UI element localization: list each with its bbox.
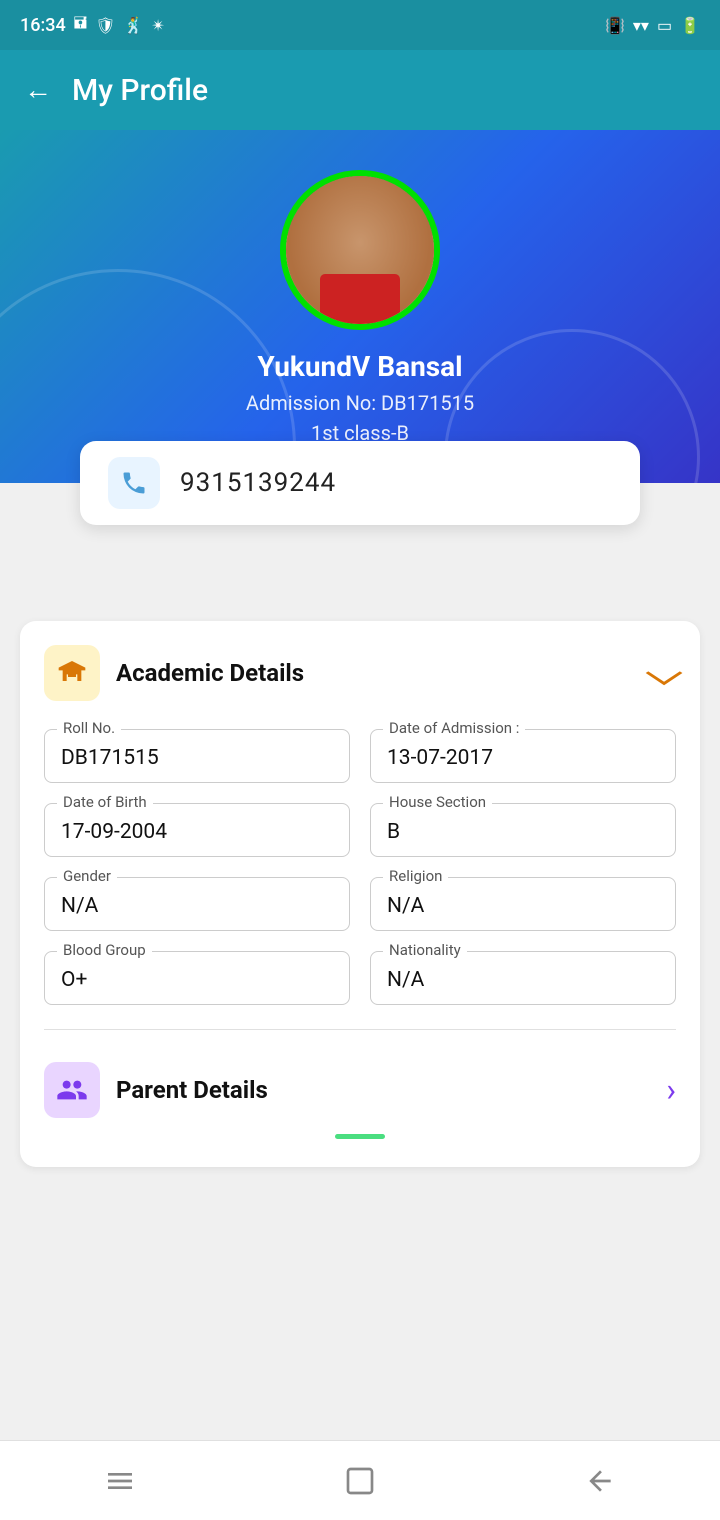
date-of-admission-value: 13-07-2017 <box>387 746 659 770</box>
home-button[interactable] <box>330 1451 390 1511</box>
status-left: 16:34 🖬 🛡 🕺 ✴ <box>20 12 165 39</box>
house-section-label: House Section <box>383 793 492 811</box>
nationality-label: Nationality <box>383 941 467 959</box>
house-section-field: House Section B <box>370 803 676 857</box>
menu-icon <box>104 1465 136 1497</box>
wifi-icon: ▾▾ <box>633 16 649 35</box>
date-of-admission-field: Date of Admission : 13-07-2017 <box>370 729 676 783</box>
parent-row-left: Parent Details <box>44 1062 268 1118</box>
academic-section-title: Academic Details <box>116 659 304 687</box>
roll-no-field: Roll No. DB171515 <box>44 729 350 783</box>
school-icon <box>56 657 88 689</box>
shield-icon: 🛡 <box>95 16 115 35</box>
religion-field: Religion N/A <box>370 877 676 931</box>
back-nav-button[interactable] <box>570 1451 630 1511</box>
date-of-birth-label: Date of Birth <box>57 793 153 811</box>
parent-section-title: Parent Details <box>116 1076 268 1104</box>
academic-chevron-icon[interactable]: ⌵ <box>646 654 682 693</box>
top-nav: ← My Profile <box>0 50 720 130</box>
phone-card: 9315139244 <box>80 441 640 525</box>
menu-button[interactable] <box>90 1451 150 1511</box>
page-title: My Profile <box>72 73 208 108</box>
nationality-field: Nationality N/A <box>370 951 676 1005</box>
parent-icon <box>56 1074 88 1106</box>
status-time: 16:34 <box>20 15 66 36</box>
battery-icon: 🔋 <box>680 16 700 35</box>
roll-no-value: DB171515 <box>61 746 333 770</box>
phone-icon-box <box>108 457 160 509</box>
date-of-birth-field: Date of Birth 17-09-2004 <box>44 803 350 857</box>
nationality-value: N/A <box>387 968 659 992</box>
phone-icon <box>120 469 148 497</box>
gender-label: Gender <box>57 867 117 885</box>
divider <box>44 1029 676 1030</box>
academic-header-left: Academic Details <box>44 645 304 701</box>
blood-group-label: Blood Group <box>57 941 152 959</box>
blood-group-field: Blood Group O+ <box>44 951 350 1005</box>
blood-group-value: O+ <box>61 968 333 992</box>
admission-number: Admission No: DB171515 <box>246 391 474 415</box>
parent-icon-box <box>44 1062 100 1118</box>
back-button[interactable]: ← <box>24 76 52 104</box>
screen-icon: ▭ <box>657 16 672 35</box>
home-icon <box>344 1465 376 1497</box>
sim-icon: 🖬 <box>74 12 88 39</box>
green-line <box>335 1134 385 1139</box>
avatar-photo <box>286 176 434 324</box>
bluetooth-icon: ✴ <box>152 16 165 35</box>
bottom-nav <box>0 1440 720 1520</box>
religion-label: Religion <box>383 867 448 885</box>
student-name: YukundV Bansal <box>257 350 462 383</box>
academic-section-header: Academic Details ⌵ <box>44 645 676 701</box>
avatar <box>280 170 440 330</box>
status-right: 📳 ▾▾ ▭ 🔋 <box>605 16 700 35</box>
gender-field: Gender N/A <box>44 877 350 931</box>
parent-chevron-icon[interactable]: › <box>666 1071 676 1109</box>
dancer-icon: 🕺 <box>124 16 144 35</box>
vibrate-icon: 📳 <box>605 16 625 35</box>
parent-details-row[interactable]: Parent Details › <box>44 1054 676 1126</box>
academic-icon-box <box>44 645 100 701</box>
date-of-birth-value: 17-09-2004 <box>61 820 333 844</box>
main-content: Academic Details ⌵ Roll No. DB171515 Dat… <box>0 541 720 1187</box>
back-nav-icon <box>584 1465 616 1497</box>
fields-grid: Roll No. DB171515 Date of Admission : 13… <box>44 729 676 1005</box>
date-of-admission-label: Date of Admission : <box>383 719 525 737</box>
academic-details-card: Academic Details ⌵ Roll No. DB171515 Dat… <box>20 621 700 1167</box>
gender-value: N/A <box>61 894 333 918</box>
religion-value: N/A <box>387 894 659 918</box>
house-section-value: B <box>387 820 659 844</box>
roll-no-label: Roll No. <box>57 719 121 737</box>
status-bar: 16:34 🖬 🛡 🕺 ✴ 📳 ▾▾ ▭ 🔋 <box>0 0 720 50</box>
phone-number: 9315139244 <box>180 468 336 498</box>
